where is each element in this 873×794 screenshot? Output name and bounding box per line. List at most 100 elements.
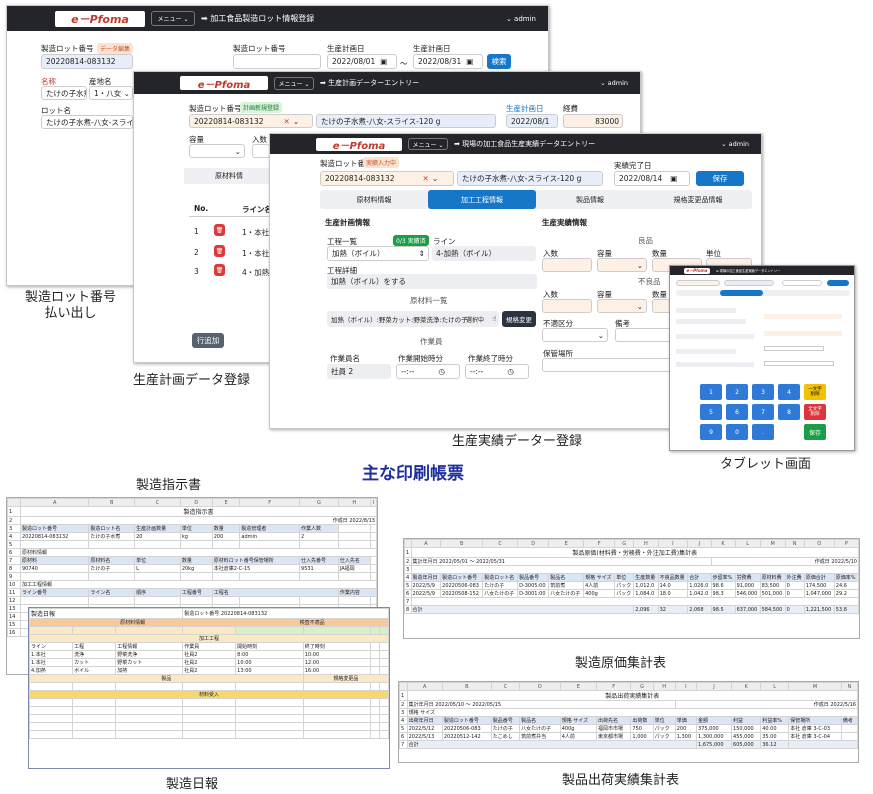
- header-cell: 製品名: [519, 716, 561, 725]
- key-4[interactable]: 4: [778, 384, 800, 400]
- lot-number-field[interactable]: [676, 280, 720, 286]
- start-time-label: 作業開始時分: [398, 354, 443, 363]
- unit-select[interactable]: [252, 144, 270, 158]
- end-time-field[interactable]: --:-- ◷: [465, 364, 529, 379]
- data-cell: 八女たけの子: [548, 589, 585, 598]
- key-6[interactable]: 6: [726, 404, 748, 420]
- data-cell: 9531: [299, 564, 339, 573]
- key-8[interactable]: 8: [778, 404, 800, 420]
- data-cell: 29.2: [833, 589, 859, 598]
- remarks-field[interactable]: [615, 328, 675, 342]
- key-3[interactable]: 3: [752, 384, 774, 400]
- header-cell: 規格 サイズ: [559, 716, 597, 725]
- sheet-title: 製造日報: [29, 608, 184, 619]
- name-field[interactable]: たけの子水煮: [41, 86, 87, 100]
- delete-icon[interactable]: 🗑: [214, 264, 225, 276]
- plan-date-field[interactable]: 2022/08/1: [506, 114, 558, 128]
- product-field[interactable]: たけの子水煮-八女-スライス-120 g: [457, 171, 603, 186]
- defect-class-select[interactable]: ⌄: [542, 328, 608, 342]
- chevron-down-icon[interactable]: ⌄: [432, 174, 438, 183]
- key-delete-one[interactable]: 一文字 削除: [804, 384, 826, 400]
- delete-icon[interactable]: 🗑: [214, 245, 225, 257]
- tab-spec-change[interactable]: [807, 290, 851, 296]
- key-2[interactable]: 2: [726, 384, 748, 400]
- admin-menu[interactable]: ⌄ admin: [721, 140, 749, 148]
- admin-menu[interactable]: ⌄ admin: [506, 15, 536, 23]
- tab-product[interactable]: 製品情報: [536, 190, 644, 209]
- key-9[interactable]: 9: [700, 424, 722, 440]
- lot-name-field[interactable]: たけの子水煮-八女-スライス: [41, 115, 133, 129]
- tab-process[interactable]: [719, 290, 763, 296]
- done-date-field[interactable]: 2022/08/14 ▣: [614, 171, 690, 186]
- key-5[interactable]: 5: [700, 404, 722, 420]
- cursor-icon: ☝: [492, 314, 497, 323]
- tab-material[interactable]: 原材料情: [184, 168, 274, 184]
- tab-product[interactable]: [763, 290, 807, 296]
- clock-icon[interactable]: ◷: [438, 367, 445, 376]
- row-line: 4・加熱: [242, 268, 270, 277]
- key-save[interactable]: 保存: [804, 424, 826, 440]
- lot-number-field[interactable]: 20220814-083132: [41, 54, 133, 69]
- search-lot-field[interactable]: [233, 54, 321, 69]
- data-cell: 1,000: [630, 732, 654, 741]
- header-cell: 単位: [652, 716, 676, 725]
- shipping-sheet: ABCDEFGHIJKLMN 1 製品出荷実績集計表 2 集計年月日 2022/05…: [398, 681, 859, 763]
- cost-field[interactable]: 83000: [563, 114, 623, 128]
- delete-icon[interactable]: 🗑: [214, 224, 225, 236]
- tab-spec-change[interactable]: 規格変更品情報: [644, 190, 752, 209]
- clear-icon[interactable]: ✕: [284, 117, 290, 126]
- data-cell: 91,000: [734, 581, 761, 590]
- tablet-window: e－Pfoma ➡ 現場の加工食品生産実績データエントリー 1 2 3 4 一文…: [669, 265, 855, 451]
- start-time-field[interactable]: --:-- ◷: [396, 364, 460, 379]
- lot-number-field[interactable]: 20220814-083132 ✕ ⌄: [320, 171, 454, 186]
- key-dot[interactable]: .: [752, 424, 774, 440]
- product-field[interactable]: [724, 280, 774, 286]
- origin-select[interactable]: 1・八女 ⌄: [89, 86, 133, 100]
- header-cell: 作業員: [182, 642, 237, 651]
- process-select[interactable]: 加熱（ボイル） ⇕: [327, 246, 429, 261]
- save-button[interactable]: [827, 280, 849, 286]
- header-cell: 製造ロット番号: [440, 573, 484, 582]
- data-cell: 本社 倉庫 3-C-03: [788, 724, 842, 733]
- menu-button[interactable]: メニュー ⌄: [151, 11, 195, 26]
- menu-button[interactable]: メニュー ⌄: [274, 76, 314, 90]
- calendar-icon[interactable]: ▣: [466, 57, 473, 66]
- data-cell: [840, 724, 858, 733]
- plan-from-field[interactable]: 2022/08/01 ▣: [327, 54, 397, 69]
- header-cell: 利益: [731, 716, 762, 725]
- chevron-down-icon[interactable]: ⌄: [293, 117, 299, 126]
- header-cell: 単価: [674, 716, 698, 725]
- qty-select[interactable]: ⌄: [189, 144, 245, 158]
- plan-to-field[interactable]: 2022/08/31 ▣: [413, 54, 483, 69]
- key-delete-all[interactable]: 全文字 削除: [804, 404, 826, 420]
- calendar-icon[interactable]: ▣: [670, 174, 677, 183]
- count-field[interactable]: [542, 258, 592, 272]
- admin-menu[interactable]: ⌄ admin: [600, 79, 628, 87]
- add-row-button[interactable]: 行追加: [192, 333, 224, 348]
- nav-bar: e－Pfoma メニュー ⌄ ➡ 生産計画データーエントリー ⌄ admin: [134, 72, 640, 94]
- done-date-field[interactable]: [782, 280, 822, 286]
- save-button[interactable]: 保存: [696, 171, 744, 186]
- header-cell: 原価率%: [833, 573, 859, 582]
- clear-icon[interactable]: ✕: [423, 174, 429, 183]
- tab-material[interactable]: [676, 290, 720, 296]
- calendar-icon[interactable]: ▣: [380, 57, 387, 66]
- key-1[interactable]: 1: [700, 384, 722, 400]
- defect-count-field[interactable]: [542, 299, 592, 313]
- data-cell: L: [134, 564, 181, 573]
- clock-icon[interactable]: ◷: [507, 367, 514, 376]
- lot-number-field[interactable]: 20220814-083132 ✕ ⌄: [189, 114, 313, 128]
- defect-volume-select[interactable]: ⌄: [597, 299, 647, 313]
- new-plan-badge: 計画新規登録: [240, 102, 283, 113]
- data-cell: 洗浄: [72, 650, 117, 659]
- spec-change-button[interactable]: 規格変更: [502, 311, 536, 327]
- tab-material[interactable]: 原材料情報: [320, 190, 428, 209]
- storage-field[interactable]: [542, 358, 672, 372]
- menu-button[interactable]: メニュー ⌄: [408, 138, 448, 150]
- key-7[interactable]: 7: [752, 404, 774, 420]
- key-0[interactable]: 0: [726, 424, 748, 440]
- volume-select[interactable]: ⌄: [597, 258, 647, 272]
- tab-process[interactable]: 加工工程情報: [428, 190, 536, 209]
- product-field[interactable]: たけの子水煮-八女-スライス-120 g: [316, 114, 496, 128]
- search-button[interactable]: 検索: [487, 54, 511, 69]
